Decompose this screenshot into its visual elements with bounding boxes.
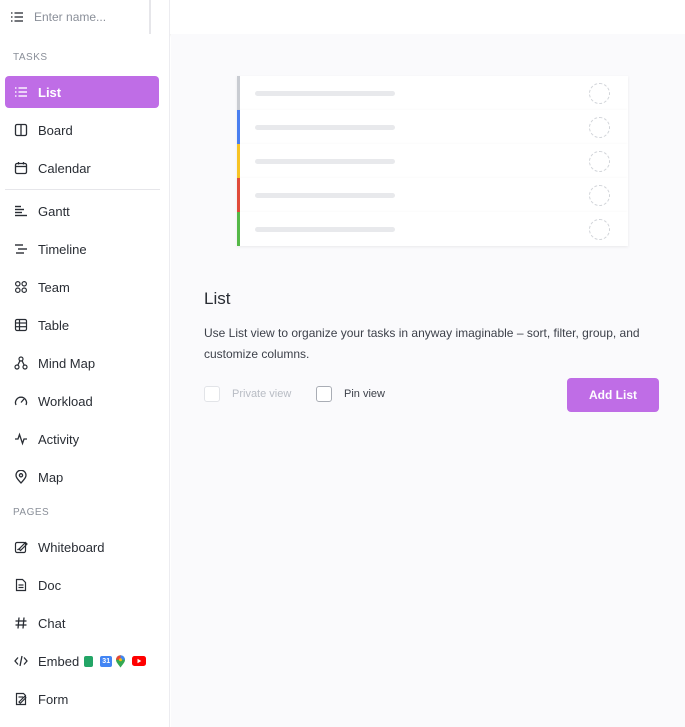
sidebar-item-label: Mind Map — [38, 355, 96, 371]
timeline-icon — [14, 242, 28, 256]
private-view-label: Private view — [232, 388, 292, 400]
main-panel: List Use List view to organize your task… — [171, 34, 685, 727]
embed-integrations: 31 — [84, 654, 147, 668]
illustration-row — [237, 110, 628, 144]
tasks-section-label: TASKS — [13, 52, 48, 63]
page-title: List — [204, 289, 231, 308]
illustration-row-circle — [589, 117, 610, 138]
code-icon — [14, 654, 28, 668]
page-description: Use List view to organize your tasks in … — [204, 326, 640, 361]
illustration-row — [237, 76, 628, 110]
gantt-icon — [14, 204, 28, 218]
view-name-input[interactable] — [34, 10, 144, 24]
sidebar-item-label: Chat — [38, 615, 66, 631]
sidebar-item-label: Form — [38, 691, 69, 707]
illustration-row — [237, 144, 628, 178]
whiteboard-icon — [14, 540, 28, 554]
sidebar-item-label: Map — [38, 469, 64, 485]
workload-icon — [14, 394, 28, 408]
list-icon — [11, 12, 23, 22]
sidebar-item-label: Doc — [38, 577, 62, 593]
illustration-row-bar — [255, 125, 395, 130]
map-pin-icon — [14, 470, 28, 484]
sidebar-item-doc[interactable]: Doc — [5, 569, 159, 601]
illustration-row-bar — [255, 193, 395, 198]
doc-icon — [14, 578, 28, 592]
sidebar-item-label: Calendar — [38, 160, 91, 176]
top-bar — [151, 0, 685, 34]
sidebar: TASKS List Board Calendar Gantt Timeline… — [0, 0, 170, 727]
table-icon — [14, 318, 28, 332]
sidebar-item-embed[interactable]: Embed 31 — [5, 645, 159, 677]
sidebar-item-table[interactable]: Table — [5, 309, 159, 341]
sidebar-item-team[interactable]: Team — [5, 271, 159, 303]
sidebar-item-board[interactable]: Board — [5, 114, 159, 146]
sidebar-item-timeline[interactable]: Timeline — [5, 233, 159, 265]
sidebar-item-gantt[interactable]: Gantt — [5, 195, 159, 227]
sidebar-item-label: Team — [38, 279, 70, 295]
form-icon — [14, 692, 28, 706]
sidebar-item-list[interactable]: List — [5, 76, 159, 108]
sidebar-item-form[interactable]: Form — [5, 683, 159, 715]
add-list-button[interactable]: Add List — [567, 378, 659, 412]
checkbox-box[interactable] — [316, 386, 332, 402]
name-input-row — [0, 0, 151, 34]
illustration-row-bar — [255, 227, 395, 232]
illustration-row — [237, 178, 628, 212]
pin-view-checkbox[interactable]: Pin view — [316, 386, 385, 402]
illustration-row — [237, 212, 628, 246]
sidebar-item-label: Whiteboard — [38, 539, 105, 555]
sidebar-item-label: Embed — [38, 653, 80, 669]
sidebar-item-activity[interactable]: Activity — [5, 423, 159, 455]
sidebar-item-calendar[interactable]: Calendar — [5, 152, 159, 184]
list-illustration — [237, 76, 628, 248]
sidebar-item-map[interactable]: Map — [5, 461, 159, 493]
illustration-row-bar — [255, 91, 395, 96]
mind-map-icon — [14, 356, 28, 370]
checkbox-box[interactable] — [204, 386, 220, 402]
illustration-row-circle — [589, 83, 610, 104]
sidebar-item-whiteboard[interactable]: Whiteboard — [5, 531, 159, 563]
illustration-row-circle — [589, 151, 610, 172]
sidebar-item-label: Activity — [38, 431, 80, 447]
pages-section-label: PAGES — [13, 507, 50, 518]
pin-view-label: Pin view — [344, 388, 385, 400]
sidebar-item-label: Board — [38, 122, 73, 138]
list-icon — [14, 85, 28, 99]
sidebar-item-chat[interactable]: Chat — [5, 607, 159, 639]
youtube-icon — [132, 656, 147, 666]
google-sheets-icon — [84, 655, 94, 667]
hash-icon — [14, 616, 28, 630]
sidebar-item-mind-map[interactable]: Mind Map — [5, 347, 159, 379]
team-icon — [14, 280, 28, 294]
calendar-icon — [14, 161, 28, 175]
illustration-row-circle — [589, 219, 610, 240]
board-icon — [14, 123, 28, 137]
sidebar-divider — [5, 189, 160, 190]
private-view-checkbox[interactable]: Private view — [204, 386, 291, 402]
illustration-row-bar — [255, 159, 395, 164]
sidebar-item-label: Gantt — [38, 203, 70, 219]
sidebar-item-label: Timeline — [38, 241, 87, 257]
illustration-row-circle — [589, 185, 610, 206]
sidebar-item-label: List — [38, 84, 62, 100]
sidebar-item-label: Workload — [38, 393, 93, 409]
sidebar-item-workload[interactable]: Workload — [5, 385, 159, 417]
google-maps-icon — [116, 654, 126, 667]
sidebar-item-label: Table — [38, 317, 70, 333]
google-calendar-icon: 31 — [100, 655, 113, 667]
activity-icon — [14, 432, 28, 446]
